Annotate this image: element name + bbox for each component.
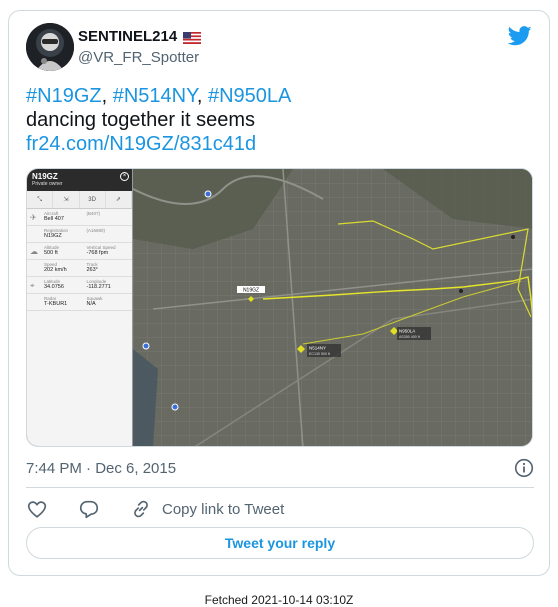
panel-cell-value: -768 fpm: [86, 250, 109, 256]
twitter-bird-icon[interactable]: [507, 25, 532, 47]
info-icon[interactable]: [514, 458, 534, 478]
panel-cell: Registration N19GZ: [44, 228, 87, 240]
panel-row: ⌖ Latitude 34.0756 Longitude -118.2771: [27, 277, 132, 294]
panel-cell: Squawk N/A: [87, 296, 130, 308]
tweet-timestamp[interactable]: 7:44 PM · Dec 6, 2015: [26, 460, 176, 477]
panel-cell: Aircraft Bell 407: [44, 211, 87, 223]
cloud-icon: ☁: [30, 247, 38, 256]
satellite-map: N19GZ N514NY EC130 500 ft N950LA AS350 4…: [133, 169, 532, 446]
heart-icon: [26, 498, 48, 520]
panel-header: N19GZ Private owner ×: [27, 169, 132, 191]
panel-cell: Longitude -118.2771: [87, 279, 130, 291]
location-icon: ⌖: [30, 281, 35, 290]
panel-cell: Vertical Speed -768 fpm: [87, 245, 130, 257]
hashtag-n19gz[interactable]: #N19GZ: [26, 85, 102, 107]
panel-cell: Latitude 34.0756: [44, 279, 87, 291]
panel-cell: Altitude 500 ft: [44, 245, 87, 257]
aircraft-icon: ✈: [30, 213, 37, 222]
share-icon: ⇗: [106, 191, 132, 208]
route-icon: ⤡: [27, 191, 54, 208]
panel-title: N19GZ: [32, 172, 58, 181]
tweet-body-line: dancing together it seems: [26, 109, 256, 131]
avatar-image: [26, 23, 74, 71]
tweet-meta-row: 7:44 PM · Dec 6, 2015: [26, 458, 534, 478]
panel-cell: Radar T-KBUR1: [44, 296, 87, 308]
panel-cell: Speed 202 km/h: [44, 262, 87, 274]
display-name[interactable]: SENTINEL214: [78, 28, 177, 45]
flight-info-panel: N19GZ Private owner × ⤡ ⇲ 3D ⇗ ✈ Aircraft…: [27, 169, 133, 446]
airport-marker-icon: [171, 403, 179, 411]
avatar[interactable]: [26, 23, 74, 71]
panel-cell-value: 202 km/h: [44, 267, 67, 273]
tweet-actions: Copy link to Tweet: [26, 497, 314, 521]
airport-marker-icon: [204, 190, 212, 198]
link-icon: [130, 498, 152, 520]
author-name-row: SENTINEL214: [78, 28, 202, 45]
panel-row: Registration N19GZ (A16680): [27, 226, 132, 243]
panel-cell-label: (A16680): [86, 228, 106, 233]
follow-icon: ⇲: [53, 191, 80, 208]
panel-cell-value: N/A: [86, 301, 96, 307]
panel-tool-3d: 3D: [80, 191, 106, 208]
panel-row: ☁ Altitude 500 ft Vertical Speed -768 fpm: [27, 243, 132, 260]
panel-cell-value: Bell 407: [44, 216, 64, 222]
panel-row: Speed 202 km/h Track 263°: [27, 260, 132, 277]
tweet-your-reply-button[interactable]: Tweet your reply: [26, 527, 534, 559]
hashtag-n514ny[interactable]: #N514NY: [113, 85, 197, 107]
airport-marker-icon: [142, 342, 150, 350]
panel-cell-value: N19GZ: [44, 233, 62, 239]
map-label-n514ny: N514NY: [309, 346, 326, 351]
fetched-timestamp: Fetched 2021-10-14 03:10Z: [204, 593, 354, 607]
panel-cell-value: -118.2771: [86, 284, 111, 290]
us-flag-icon: [183, 31, 202, 44]
tweet-link[interactable]: fr24.com/N19GZ/831c41d: [26, 132, 291, 156]
separator: ,: [101, 85, 113, 107]
aircraft-marker: [459, 289, 463, 293]
panel-rows: ✈ Aircraft Bell 407 (B407) Registration N19GZ…: [27, 209, 132, 311]
aircraft-marker: [511, 235, 515, 239]
map-sublabel-n514ny: EC130 500 ft: [309, 352, 330, 356]
reply-button[interactable]: [78, 498, 100, 520]
reply-bubble-icon: [78, 498, 100, 520]
panel-cell: (A16680): [87, 228, 130, 240]
panel-cell-value: T-KBUR1: [44, 301, 68, 307]
map-label-n19gz: N19GZ: [243, 288, 259, 294]
close-icon: ×: [120, 172, 129, 181]
copy-link-label: Copy link to Tweet: [162, 500, 285, 518]
panel-cell-label: (B407): [86, 211, 101, 216]
like-button[interactable]: [26, 498, 48, 520]
panel-cell: Track 263°: [87, 262, 130, 274]
separator: ,: [196, 85, 208, 107]
hashtag-n950la[interactable]: #N950LA: [208, 85, 291, 107]
map-sublabel-n950la: AS350 400 ft: [399, 335, 420, 339]
panel-row: ✈ Aircraft Bell 407 (B407): [27, 209, 132, 226]
panel-subtitle: Private owner: [32, 181, 63, 187]
map-label-n950la: N950LA: [399, 329, 415, 334]
author-handle[interactable]: @VR_FR_Spotter: [78, 49, 199, 66]
panel-cell-value: 34.0756: [44, 284, 64, 290]
tweet-card: SENTINEL214 @VR_FR_Spotter #N19GZ, #N514…: [8, 10, 550, 576]
panel-row: Radar T-KBUR1 Squawk N/A: [27, 294, 132, 311]
panel-cell-value: 263°: [86, 267, 98, 273]
panel-cell: (B407): [87, 211, 130, 223]
hashtag-line: #N19GZ, #N514NY, #N950LA: [26, 84, 291, 108]
panel-cell-value: 500 ft: [44, 250, 58, 256]
divider: [26, 487, 534, 488]
tweet-text: #N19GZ, #N514NY, #N950LA dancing togethe…: [26, 84, 291, 156]
tweet-media-image[interactable]: N19GZ Private owner × ⤡ ⇲ 3D ⇗ ✈ Aircraft…: [26, 168, 533, 447]
panel-toolbar: ⤡ ⇲ 3D ⇗: [27, 191, 132, 209]
copy-link-button[interactable]: Copy link to Tweet: [130, 498, 284, 520]
